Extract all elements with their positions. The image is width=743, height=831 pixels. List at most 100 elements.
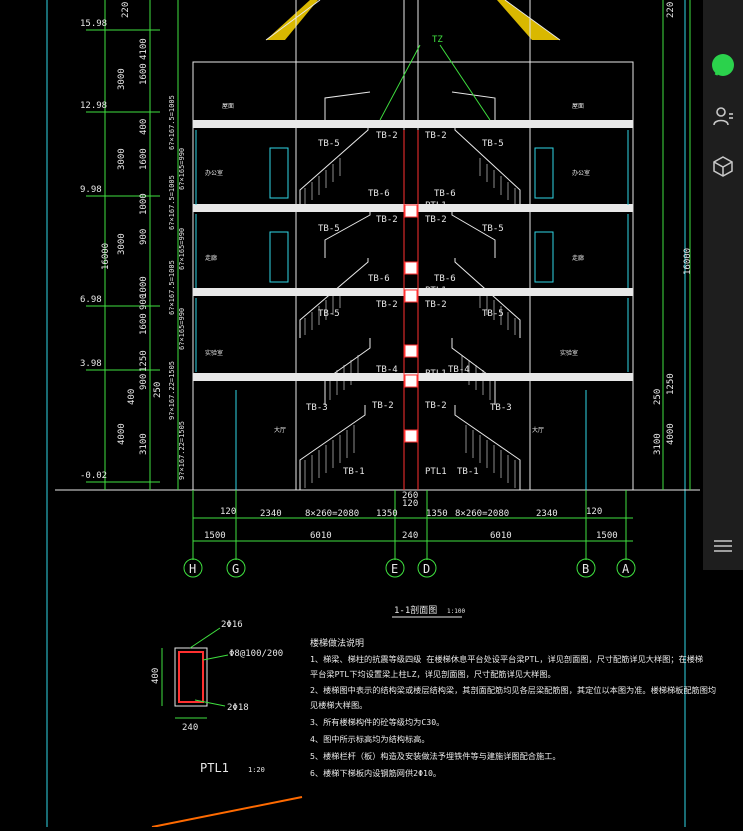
chat-icon[interactable]	[703, 46, 743, 86]
svg-text:4100: 4100	[139, 38, 149, 60]
svg-text:240: 240	[402, 531, 418, 541]
svg-text:400: 400	[139, 119, 149, 135]
svg-text:900: 900	[139, 294, 149, 310]
svg-text:6?×165=990: 6?×165=990	[178, 308, 186, 350]
bottom-dim-texts: 120 2340 8×260=2080 1350 120 1350 8×260=…	[204, 491, 618, 541]
level-1: 3.98	[80, 359, 102, 369]
central-columns	[403, 130, 419, 490]
axis-label-e: E	[391, 562, 398, 576]
svg-text:PTL1: PTL1	[425, 286, 447, 296]
svg-text:220: 220	[121, 2, 131, 18]
svg-text:1、梯梁、梯柱的抗震等级四级 在楼梯休息平台处设平台梁PTL: 1、梯梁、梯柱的抗震等级四级 在楼梯休息平台处设平台梁PTL，详见剖面图，尺寸配…	[310, 654, 703, 664]
svg-text:平台梁PTL下均设置梁上柱LZ，详见剖面图，尺寸配筋详见大样: 平台梁PTL下均设置梁上柱LZ，详见剖面图，尺寸配筋详见大样图。	[310, 669, 556, 679]
right-dim-texts: 220 16000 4000 3100 250 1250	[653, 2, 693, 455]
svg-text:TB-2: TB-2	[425, 300, 447, 310]
svg-text:4、图中所示标高均为结构标高。: 4、图中所示标高均为结构标高。	[310, 734, 430, 744]
svg-text:1600: 1600	[139, 63, 149, 85]
svg-text:1250: 1250	[666, 373, 676, 395]
axis-label-g: G	[232, 562, 239, 576]
svg-text:TB-2: TB-2	[372, 401, 394, 411]
svg-text:6?×167.5=1005: 6?×167.5=1005	[168, 175, 176, 230]
roof	[265, 0, 561, 41]
svg-text:TB-3: TB-3	[306, 403, 328, 413]
svg-text:3100: 3100	[653, 433, 663, 455]
floor-slabs	[193, 120, 633, 381]
ptl-title: PTL1	[200, 761, 229, 775]
level-4: 12.98	[80, 101, 107, 111]
cube-icon[interactable]	[703, 146, 743, 186]
svg-text:5、楼梯栏杆（板）构造及安装做法予埋铁件等与建施详图配合施工: 5、楼梯栏杆（板）构造及安装做法予埋铁件等与建施详图配合施工。	[310, 751, 561, 761]
svg-text:实验室: 实验室	[205, 349, 223, 357]
svg-text:1600: 1600	[139, 148, 149, 170]
contacts-icon[interactable]	[703, 96, 743, 136]
svg-text:TB-3: TB-3	[490, 403, 512, 413]
app-sidebar	[703, 0, 743, 570]
svg-text:走廊: 走廊	[205, 254, 217, 262]
section-scale: 1:100	[447, 608, 465, 615]
svg-text:6?×165=990: 6?×165=990	[178, 148, 186, 190]
svg-text:1500: 1500	[204, 531, 226, 541]
stair-step-notes: 6?×167.5=1005 6?×165=990 6?×167.5=1005 6…	[168, 95, 186, 480]
svg-text:250: 250	[653, 389, 663, 405]
cad-canvas[interactable]: HGEDBA 15.98 12.98 9.98 6.98 3.98 -0.02 …	[0, 0, 743, 828]
svg-text:TB-6: TB-6	[368, 189, 390, 199]
room-labels: 屋面 屋面 办公室 办公室 走廊 走廊 实验室 实验室 大厅 大厅	[205, 103, 590, 434]
svg-text:TB-4: TB-4	[448, 365, 470, 375]
svg-text:TB-6: TB-6	[434, 189, 456, 199]
svg-text:120: 120	[586, 507, 602, 517]
svg-text:TB-6: TB-6	[368, 274, 390, 284]
svg-text:实验室: 实验室	[560, 349, 578, 357]
svg-text:4000: 4000	[117, 423, 127, 445]
level-base: -0.02	[80, 471, 107, 481]
svg-text:1250: 1250	[139, 350, 149, 372]
svg-text:1:20: 1:20	[248, 766, 265, 774]
level-roof: 15.98	[80, 19, 107, 29]
svg-text:1350: 1350	[376, 509, 398, 519]
svg-text:2Φ18: 2Φ18	[227, 703, 249, 713]
svg-text:TB-4: TB-4	[376, 365, 398, 375]
svg-text:TB-1: TB-1	[343, 467, 365, 477]
svg-text:250: 250	[153, 382, 163, 398]
svg-text:TB-2: TB-2	[376, 215, 398, 225]
svg-text:办公室: 办公室	[205, 169, 223, 177]
svg-text:6?×167.5=1005: 6?×167.5=1005	[168, 95, 176, 150]
svg-text:屋面: 屋面	[572, 103, 584, 110]
svg-text:TB-2: TB-2	[425, 131, 447, 141]
svg-text:3、所有楼梯构件的砼等级均为C30。: 3、所有楼梯构件的砼等级均为C30。	[310, 717, 444, 727]
orange-pointer-line	[151, 796, 303, 828]
menu-icon[interactable]	[703, 526, 743, 566]
svg-text:TB-2: TB-2	[376, 131, 398, 141]
svg-text:屋面: 屋面	[222, 103, 234, 110]
svg-text:大厅: 大厅	[532, 426, 544, 434]
svg-text:3000: 3000	[117, 148, 127, 170]
svg-text:6010: 6010	[310, 531, 332, 541]
svg-text:120: 120	[220, 507, 236, 517]
svg-text:PTL1: PTL1	[425, 467, 447, 477]
svg-text:260: 260	[402, 491, 418, 501]
svg-text:2Φ16: 2Φ16	[221, 620, 243, 630]
section-title: 1-1剖面图	[394, 604, 437, 616]
drawing-svg: HGEDBA 15.98 12.98 9.98 6.98 3.98 -0.02 …	[46, 0, 716, 828]
left-dim-texts: 220 4100 3000 3000 3000 16000 4000 1600 …	[101, 2, 163, 455]
svg-text:Φ8@100/200: Φ8@100/200	[229, 649, 283, 659]
svg-text:TB-2: TB-2	[425, 215, 447, 225]
beam-tag: TZ	[432, 35, 443, 45]
svg-text:TB-2: TB-2	[425, 401, 447, 411]
axis-label-b: B	[582, 562, 589, 576]
svg-text:TB-5: TB-5	[482, 139, 504, 149]
svg-text:16000: 16000	[683, 248, 693, 275]
svg-text:TB-1: TB-1	[457, 467, 479, 477]
svg-text:6、楼梯下梯板内设钢筋网供2Φ10。: 6、楼梯下梯板内设钢筋网供2Φ10。	[310, 768, 441, 778]
svg-text:TB-2: TB-2	[376, 300, 398, 310]
svg-text:1350: 1350	[426, 509, 448, 519]
svg-text:PTL1: PTL1	[425, 369, 447, 379]
stair-member-labels: TB-2 TB-2 TB-5 TB-5 TB-6 TB-6 PTL1 TB-2 …	[306, 131, 512, 477]
svg-text:1000: 1000	[139, 193, 149, 215]
svg-text:TB-6: TB-6	[434, 274, 456, 284]
svg-text:2、楼梯图中表示的结构梁或楼层结构梁，其剖面配筋均见各层梁配: 2、楼梯图中表示的结构梁或楼层结构梁，其剖面配筋均见各层梁配筋图，其定位以本图为…	[310, 685, 716, 695]
svg-text:240: 240	[182, 723, 198, 733]
svg-text:2340: 2340	[536, 509, 558, 519]
notes-heading: 楼梯做法说明	[310, 637, 364, 649]
svg-text:TB-5: TB-5	[318, 224, 340, 234]
svg-text:6?×167.5=1005: 6?×167.5=1005	[168, 260, 176, 315]
